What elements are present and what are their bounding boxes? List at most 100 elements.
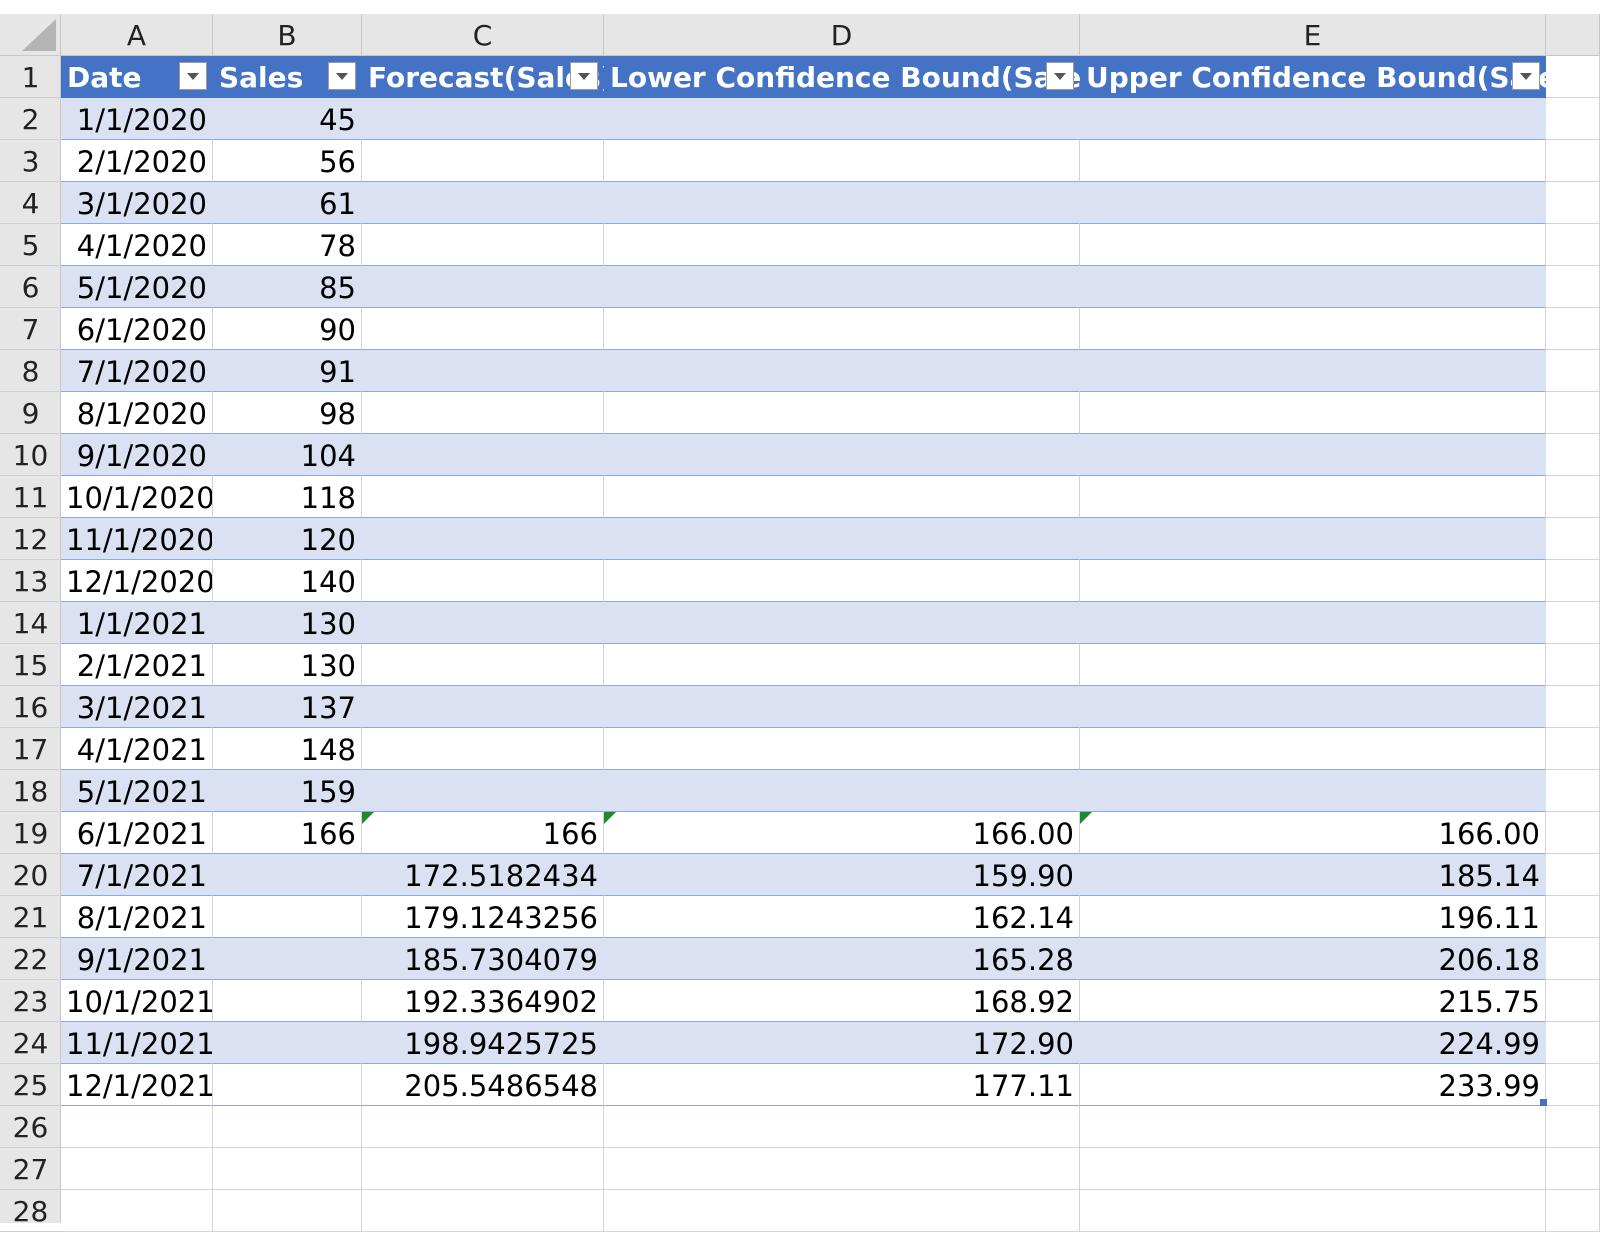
table-cell[interactable]: 56 (213, 140, 362, 182)
table-cell[interactable]: 137 (213, 686, 362, 728)
row-header[interactable]: 17 (0, 728, 61, 770)
empty-cell[interactable] (1546, 728, 1600, 770)
row-header[interactable]: 23 (0, 980, 61, 1022)
empty-cell[interactable] (61, 1148, 213, 1190)
row-header[interactable]: 25 (0, 1064, 61, 1106)
empty-cell[interactable] (1546, 938, 1600, 980)
table-cell[interactable]: 140 (213, 560, 362, 602)
table-cell[interactable]: 166.00 (604, 812, 1080, 854)
table-cell[interactable] (362, 644, 604, 686)
row-header[interactable]: 24 (0, 1022, 61, 1064)
table-cell[interactable] (213, 854, 362, 896)
empty-cell[interactable] (1546, 644, 1600, 686)
row-header[interactable]: 20 (0, 854, 61, 896)
table-cell[interactable] (1080, 602, 1546, 644)
table-cell[interactable] (362, 560, 604, 602)
row-header[interactable]: 21 (0, 896, 61, 938)
empty-cell[interactable] (1546, 980, 1600, 1022)
empty-cell[interactable] (1546, 770, 1600, 812)
table-cell[interactable] (362, 140, 604, 182)
row-header[interactable]: 7 (0, 308, 61, 350)
table-cell[interactable] (362, 476, 604, 518)
table-cell[interactable]: 159 (213, 770, 362, 812)
table-cell[interactable] (362, 350, 604, 392)
table-cell[interactable] (604, 308, 1080, 350)
table-cell[interactable]: 148 (213, 728, 362, 770)
table-cell[interactable]: 130 (213, 602, 362, 644)
table-cell[interactable]: 206.18 (1080, 938, 1546, 980)
table-cell[interactable]: 7/1/2021 (61, 854, 213, 896)
table-cell[interactable] (213, 980, 362, 1022)
table-resize-handle[interactable] (1540, 1099, 1547, 1106)
chevron-down-icon[interactable] (179, 62, 207, 90)
table-cell[interactable]: 172.90 (604, 1022, 1080, 1064)
table-cell[interactable] (1080, 308, 1546, 350)
table-cell[interactable] (1080, 770, 1546, 812)
empty-cell[interactable] (1546, 350, 1600, 392)
table-cell[interactable]: 6/1/2021 (61, 812, 213, 854)
table-cell[interactable]: 130 (213, 644, 362, 686)
column-header-c[interactable]: C (362, 14, 604, 56)
empty-cell[interactable] (1546, 896, 1600, 938)
row-header[interactable]: 13 (0, 560, 61, 602)
table-cell[interactable]: 196.11 (1080, 896, 1546, 938)
table-cell[interactable]: 4/1/2020 (61, 224, 213, 266)
table-cell[interactable]: 233.99 (1080, 1064, 1546, 1106)
table-cell[interactable]: 91 (213, 350, 362, 392)
table-cell[interactable]: 118 (213, 476, 362, 518)
table-cell[interactable]: 1/1/2021 (61, 602, 213, 644)
table-cell[interactable]: 10/1/2021 (61, 980, 213, 1022)
column-header-a[interactable]: A (61, 14, 213, 56)
table-cell[interactable]: 61 (213, 182, 362, 224)
row-header[interactable]: 18 (0, 770, 61, 812)
table-cell[interactable]: 9/1/2021 (61, 938, 213, 980)
empty-cell[interactable] (604, 1106, 1080, 1148)
table-cell[interactable]: 2/1/2020 (61, 140, 213, 182)
table-cell[interactable]: 90 (213, 308, 362, 350)
table-cell[interactable]: 179.1243256 (362, 896, 604, 938)
table-cell[interactable] (1080, 518, 1546, 560)
empty-cell[interactable] (362, 1190, 604, 1232)
empty-cell[interactable] (213, 1106, 362, 1148)
table-cell[interactable]: 1/1/2020 (61, 98, 213, 140)
error-indicator-icon[interactable] (1080, 812, 1092, 824)
table-cell[interactable] (604, 728, 1080, 770)
table-cell[interactable] (604, 518, 1080, 560)
empty-cell[interactable] (213, 1148, 362, 1190)
empty-cell[interactable] (1546, 560, 1600, 602)
table-cell[interactable]: 3/1/2021 (61, 686, 213, 728)
row-header[interactable]: 14 (0, 602, 61, 644)
empty-cell[interactable] (1546, 224, 1600, 266)
table-cell[interactable] (1080, 686, 1546, 728)
table-cell[interactable] (604, 182, 1080, 224)
table-cell[interactable]: 120 (213, 518, 362, 560)
table-cell[interactable]: 215.75 (1080, 980, 1546, 1022)
table-cell[interactable] (1080, 182, 1546, 224)
empty-cell[interactable] (362, 1148, 604, 1190)
table-cell[interactable] (604, 350, 1080, 392)
empty-cell[interactable] (61, 1106, 213, 1148)
row-header[interactable]: 28 (0, 1190, 61, 1232)
empty-cell[interactable] (604, 1190, 1080, 1232)
column-header-b[interactable]: B (213, 14, 362, 56)
row-header[interactable]: 16 (0, 686, 61, 728)
empty-cell[interactable] (1546, 1148, 1600, 1190)
table-cell[interactable] (362, 602, 604, 644)
table-cell[interactable] (362, 98, 604, 140)
empty-cell[interactable] (1546, 1022, 1600, 1064)
table-cell[interactable] (362, 518, 604, 560)
empty-cell[interactable] (604, 1148, 1080, 1190)
table-header-cell[interactable]: Lower Confidence Bound(Sales) (604, 56, 1080, 98)
chevron-down-icon[interactable] (1046, 62, 1074, 90)
table-cell[interactable] (362, 266, 604, 308)
table-header-cell[interactable]: Date (61, 56, 213, 98)
empty-cell[interactable] (1546, 476, 1600, 518)
table-cell[interactable]: 6/1/2020 (61, 308, 213, 350)
table-cell[interactable] (1080, 350, 1546, 392)
column-header-f[interactable] (1546, 14, 1600, 56)
table-header-cell[interactable]: Forecast(Sales) (362, 56, 604, 98)
table-cell[interactable]: 165.28 (604, 938, 1080, 980)
empty-cell[interactable] (1546, 1106, 1600, 1148)
table-header-cell[interactable]: Upper Confidence Bound(Sales) (1080, 56, 1546, 98)
table-cell[interactable]: 205.5486548 (362, 1064, 604, 1106)
